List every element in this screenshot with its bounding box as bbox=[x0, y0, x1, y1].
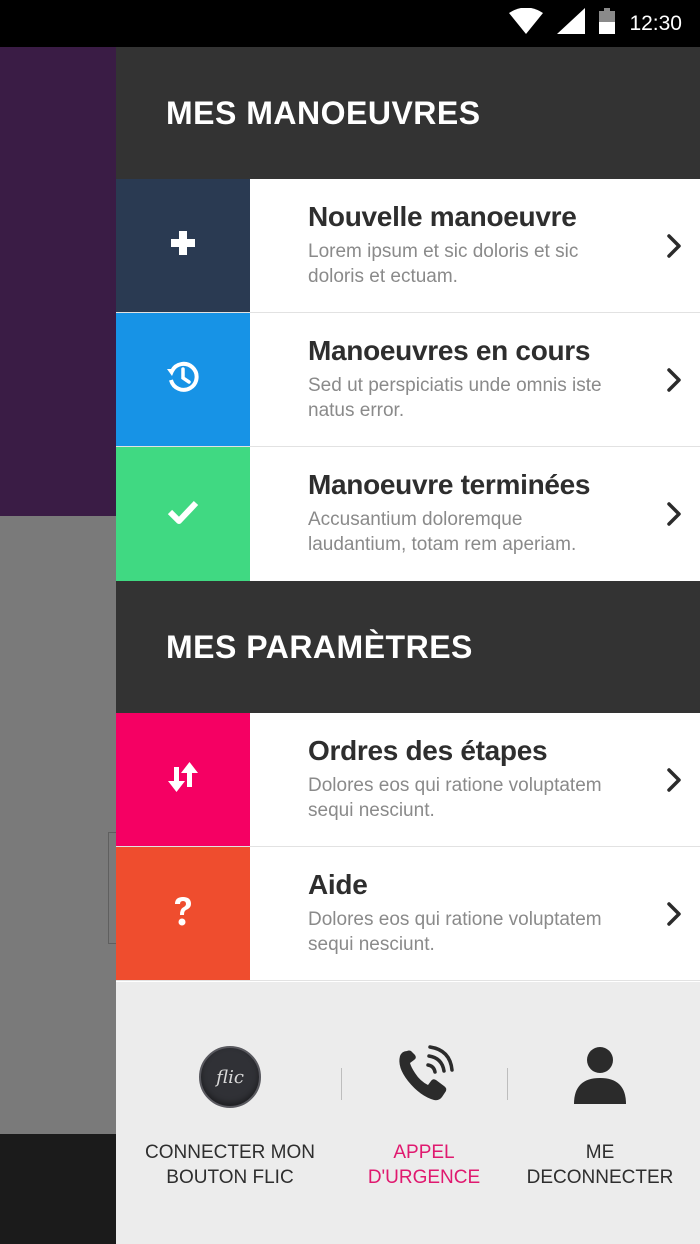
flic-button-icon: flic bbox=[199, 1046, 261, 1108]
section-title: MES PARAMÈTRES bbox=[166, 628, 473, 665]
chevron-right-icon bbox=[666, 367, 684, 393]
tile-manoeuvre-terminees bbox=[116, 447, 250, 581]
drawer-footer: flic CONNECTER MON BOUTON FLIC APPEL D'U… bbox=[116, 982, 700, 1244]
battery-icon bbox=[599, 8, 616, 39]
history-clock-icon bbox=[166, 360, 200, 399]
emergency-call-button[interactable]: APPEL D'URGENCE bbox=[349, 1042, 499, 1190]
menu-item-ordres-des-etapes[interactable]: Ordres des étapes Dolores eos qui ration… bbox=[116, 713, 700, 847]
logout-button[interactable]: ME DECONNECTER bbox=[515, 1042, 685, 1190]
chevron-right-icon bbox=[666, 901, 684, 927]
menu-item-nouvelle-manoeuvre[interactable]: Nouvelle manoeuvre Lorem ipsum et sic do… bbox=[116, 179, 700, 313]
tile-manoeuvres-en-cours bbox=[116, 313, 250, 446]
menu-item-description: Sed ut perspiciatis unde omnis iste natu… bbox=[308, 375, 602, 421]
menu-item-manoeuvre-terminees[interactable]: Manoeuvre terminées Accusantium doloremq… bbox=[116, 447, 700, 581]
section-header-parametres: MES PARAMÈTRES bbox=[116, 581, 700, 713]
menu-item-description: Accusantium doloremque laudantium, totam… bbox=[308, 509, 577, 555]
background-app-content bbox=[0, 516, 116, 1134]
check-icon bbox=[167, 500, 199, 529]
menu-item-title: Aide bbox=[308, 869, 368, 900]
connect-flic-button[interactable]: flic CONNECTER MON BOUTON FLIC bbox=[130, 1042, 330, 1190]
menu-item-description: Dolores eos qui ratione voluptatem sequi… bbox=[308, 775, 602, 821]
background-app-footer bbox=[0, 1134, 116, 1244]
footer-divider bbox=[341, 1068, 342, 1100]
section-header-manoeuvres: MES MANOEUVRES bbox=[116, 47, 700, 179]
menu-item-title: Manoeuvre terminées bbox=[308, 469, 591, 500]
tile-aide bbox=[116, 847, 250, 980]
signal-icon bbox=[557, 8, 586, 39]
logout-label: ME DECONNECTER bbox=[526, 1142, 674, 1188]
menu-item-title: Nouvelle manoeuvre bbox=[308, 201, 577, 232]
menu-item-title: Manoeuvres en cours bbox=[308, 335, 591, 366]
flic-logo: flic bbox=[216, 1066, 244, 1088]
chevron-right-icon bbox=[666, 501, 684, 527]
drawer-handle bbox=[108, 832, 116, 944]
chevron-right-icon bbox=[666, 233, 684, 259]
navigation-drawer: MES MANOEUVRES Nouvelle manoeuvre Lorem … bbox=[116, 47, 700, 1244]
sort-arrows-icon bbox=[168, 761, 198, 798]
menu-item-aide[interactable]: Aide Dolores eos qui ratione voluptatem … bbox=[116, 847, 700, 981]
chevron-right-icon bbox=[666, 767, 684, 793]
tile-nouvelle-manoeuvre bbox=[116, 179, 250, 312]
wifi-icon bbox=[509, 7, 544, 39]
connect-flic-label: CONNECTER MON BOUTON FLIC bbox=[145, 1142, 315, 1188]
status-bar: 12:30 bbox=[0, 0, 700, 47]
menu-item-description: Lorem ipsum et sic doloris et sic dolori… bbox=[308, 241, 579, 287]
background-app-header bbox=[0, 47, 116, 516]
menu-item-title: Ordres des étapes bbox=[308, 735, 548, 766]
footer-divider bbox=[507, 1068, 508, 1100]
plus-icon bbox=[170, 230, 196, 261]
question-icon bbox=[172, 895, 194, 932]
user-icon bbox=[573, 1046, 627, 1109]
section-title: MES MANOEUVRES bbox=[166, 94, 481, 131]
menu-item-manoeuvres-en-cours[interactable]: Manoeuvres en cours Sed ut perspiciatis … bbox=[116, 313, 700, 447]
menu-item-description: Dolores eos qui ratione voluptatem sequi… bbox=[308, 909, 602, 955]
phone-ringing-icon bbox=[394, 1044, 454, 1110]
tile-ordres-des-etapes bbox=[116, 713, 250, 846]
clock-time: 12:30 bbox=[629, 11, 682, 35]
emergency-call-label: APPEL D'URGENCE bbox=[367, 1142, 481, 1188]
